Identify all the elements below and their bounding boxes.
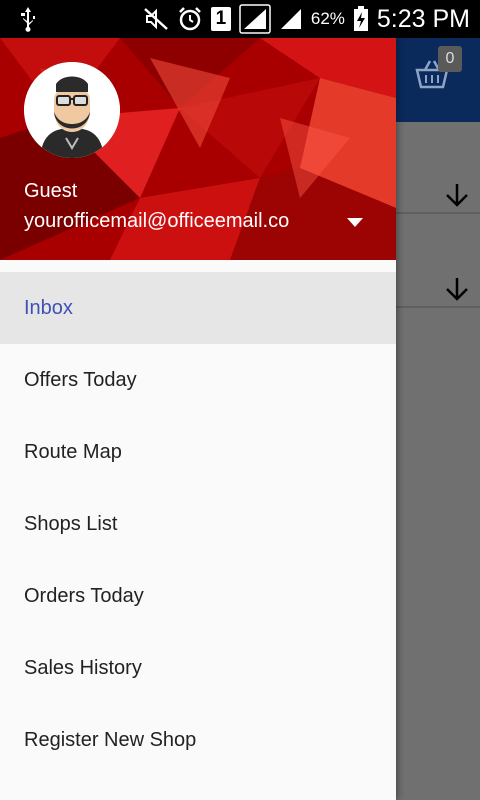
alarm-icon <box>178 7 201 31</box>
menu-item-offers-today[interactable]: Offers Today <box>0 344 396 416</box>
avatar[interactable] <box>24 62 120 158</box>
menu-item-inbox[interactable]: Inbox <box>0 272 396 344</box>
drawer-menu: Inbox Offers Today Route Map Shops List … <box>0 272 396 776</box>
arrow-down-icon[interactable] <box>444 182 470 208</box>
account-dropdown-icon[interactable] <box>344 214 366 230</box>
clock: 5:23 PM <box>376 4 470 33</box>
menu-item-register-new-shop[interactable]: Register New Shop <box>0 704 396 776</box>
mute-icon <box>144 8 168 30</box>
user-email: yourofficemail@officeemail.co <box>24 210 290 232</box>
menu-item-orders-today[interactable]: Orders Today <box>0 560 396 632</box>
navigation-drawer: Guest yourofficemail@officeemail.co Inbo… <box>0 38 396 800</box>
signal-icon <box>239 4 271 34</box>
user-name: Guest <box>24 180 78 202</box>
drawer-header: Guest yourofficemail@officeemail.co <box>0 38 396 260</box>
arrow-down-icon[interactable] <box>444 276 470 302</box>
usb-icon <box>21 7 35 32</box>
user-avatar-icon <box>24 62 120 158</box>
sim-1-icon: 1 <box>210 7 231 31</box>
battery-charging-icon <box>353 6 368 31</box>
menu-item-route-map[interactable]: Route Map <box>0 416 396 488</box>
menu-item-shops-list[interactable]: Shops List <box>0 488 396 560</box>
status-bar: 1 62% 5:23 PM <box>0 0 480 38</box>
battery-percent: 62% <box>310 9 345 28</box>
menu-item-sales-history[interactable]: Sales History <box>0 632 396 704</box>
signal-2-icon <box>280 9 301 29</box>
cart-count-badge: 0 <box>438 46 462 72</box>
